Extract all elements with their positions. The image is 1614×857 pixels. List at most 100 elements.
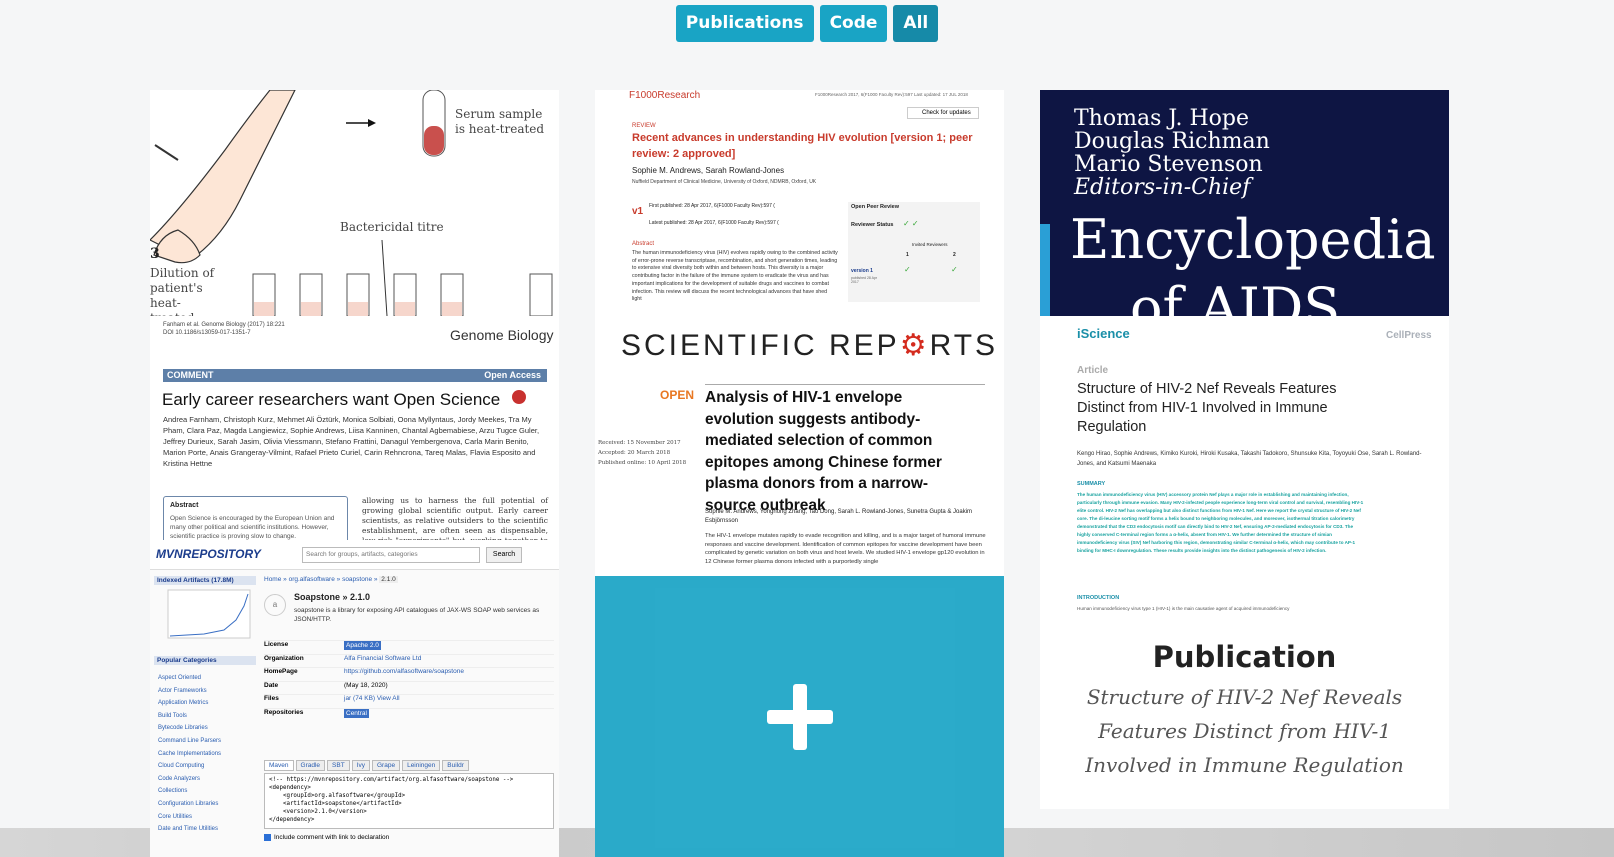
comment-label: COMMENT	[167, 370, 214, 380]
artifact-title: Soapstone » 2.1.0	[294, 592, 371, 602]
f1000-abstract: The human immunodeficiency virus (HIV) e…	[632, 250, 838, 303]
tab-maven[interactable]: Maven	[264, 760, 294, 771]
tile-mvnrepository[interactable]: MVNREPOSITORY Search for groups, artifac…	[150, 540, 559, 857]
category-link[interactable]: Aspect Oriented	[158, 672, 256, 685]
category-link[interactable]: Core Utilities	[158, 811, 256, 824]
category-link[interactable]: Cache Implementations	[158, 748, 256, 761]
f1000-abstract-label: Abstract	[632, 241, 655, 247]
summary-label: SUMMARY	[1077, 481, 1106, 487]
accepted-date: Accepted: 20 March 2018	[598, 450, 671, 456]
field-value[interactable]: jar (74 KB) View All	[344, 695, 400, 708]
mvn-search-button[interactable]: Search	[486, 547, 522, 563]
editor-name: Thomas J. Hope	[1074, 106, 1249, 131]
field-key: Repositories	[264, 708, 304, 716]
scirep-title: Analysis of HIV-1 envelope evolution sug…	[705, 389, 942, 514]
mvn-breadcrumb: Home » org.alfasoftware » soapstone » 2.…	[264, 576, 398, 583]
category-link[interactable]: Command Line Parsers	[158, 735, 256, 748]
field-value[interactable]: Alfa Financial Software Ltd	[344, 655, 421, 668]
field-row: Files jar (74 KB) View All	[264, 694, 554, 708]
category-link[interactable]: Cloud Computing	[158, 760, 256, 773]
tab-grape[interactable]: Grape	[372, 760, 401, 771]
repository-badge: Central	[344, 708, 369, 718]
first-published: First published: 28 Apr 2017, 6(F1000 Fa…	[649, 203, 775, 209]
author-list: Andrea Farnham, Christoph Kurz, Mehmet A…	[163, 415, 540, 468]
category-link[interactable]: Bytecode Libraries	[158, 722, 256, 735]
tile-encyclopedia-aids[interactable]: Thomas J. Hope Douglas Richman Mario Ste…	[1040, 90, 1449, 316]
iscience-logo: iScience	[1077, 326, 1130, 341]
artifact-fields: License Apache 2.0 Organization Alfa Finan…	[264, 640, 554, 721]
scirep-body: The HIV-1 envelope mutates rapidly to ev…	[705, 533, 986, 565]
breadcrumb-item[interactable]: soapstone	[342, 576, 372, 583]
include-comment-label: Include comment with link to declaration	[274, 834, 390, 841]
scirep-logo-right: RTS	[929, 329, 999, 362]
field-row: License Apache 2.0	[264, 640, 554, 654]
tile-f1000-review[interactable]: F1000Research F1000Research 2017, 6(F100…	[595, 90, 1004, 316]
scirep-authors: Sophie M. Andrews, Yonghong Zhang, Tao D…	[705, 509, 973, 524]
f1000-affiliation: Nuffield Department of Clinical Medicine…	[632, 179, 817, 185]
version-1-meta: published 28 Apr 2017	[851, 276, 878, 284]
field-row: Organization Alfa Financial Software Ltd	[264, 653, 554, 668]
category-link[interactable]: Collections	[158, 785, 256, 798]
f1000-title: Recent advances in understanding HIV evo…	[632, 132, 973, 160]
editors-role: Editors-in-Chief	[1074, 175, 1251, 200]
tab-leiningen[interactable]: Leiningen	[402, 760, 441, 771]
iscience-title: Structure of HIV-2 Nef Reveals Features …	[1077, 381, 1337, 435]
breadcrumb-item[interactable]: org.alfasoftware	[289, 576, 335, 583]
artifacts-growth-chart	[167, 589, 251, 639]
category-link[interactable]: Build Tools	[158, 710, 256, 723]
comment-banner: COMMENT Open Access	[163, 369, 547, 382]
code-line: <groupId>org.alfasoftware</groupId>	[269, 793, 406, 799]
tab-buildr[interactable]: Buildr	[442, 760, 469, 771]
plus-icon[interactable]	[766, 683, 833, 750]
f1000-authors: Sophie M. Andrews, Sarah Rowland-Jones	[632, 166, 785, 175]
filter-code-button[interactable]: Code	[819, 5, 888, 42]
mvn-sidebar: Indexed Artifacts (17.8M) Popular Catego…	[154, 576, 256, 857]
field-row: Repositories Central	[264, 707, 554, 722]
field-key: License	[264, 641, 289, 648]
citation-text: Fanham et al. Genome Biology (2017) 18:2…	[163, 322, 285, 328]
code-line: <version>2.1.0</version>	[269, 809, 367, 815]
published-date: Published online: 10 April 2018	[598, 460, 687, 466]
code-line: <!-- https://mvnrepository.com/artifact/…	[269, 777, 514, 783]
category-link[interactable]: Code Analyzers	[158, 773, 256, 786]
tile-genome-figure[interactable]: Serum sample is heat-treated Bactericida…	[150, 90, 559, 316]
check-updates-badge[interactable]: Check for updates	[907, 107, 979, 119]
f1000-logo: F1000Research	[629, 90, 701, 101]
tile-scientific-reports[interactable]: SCIENTIFIC REP⚙RTS OPEN Analysis of HIV-…	[595, 316, 1004, 576]
mvn-logo[interactable]: MVNREPOSITORY	[156, 547, 261, 561]
hover-overlay[interactable]	[595, 576, 1004, 857]
dependency-code-box[interactable]: <!-- https://mvnrepository.com/artifact/…	[264, 773, 554, 829]
abstract-label: Abstract	[170, 502, 199, 509]
scirep-logo: SCIENTIFIC REP⚙RTS	[621, 328, 998, 363]
breadcrumb-item[interactable]: Home	[264, 576, 281, 583]
field-key: Date	[264, 681, 279, 689]
abstract-box: Abstract Open Science is encouraged by t…	[163, 496, 348, 540]
filter-all-button[interactable]: All	[893, 5, 939, 42]
caption-title: Structure of HIV-2 Nef Reveals Features …	[1085, 685, 1404, 777]
tab-sbt[interactable]: SBT	[327, 760, 350, 771]
invited-reviewers-label: Invited Reviewers	[912, 242, 948, 247]
summary-text: The human immunodeficiency virus (HIV) a…	[1077, 492, 1364, 553]
check-updates-label: Check for updates	[922, 110, 971, 116]
filter-publications-button[interactable]: Publications	[675, 5, 814, 42]
field-key: HomePage	[264, 668, 298, 675]
category-link[interactable]: Date and Time Utilities	[158, 823, 256, 836]
tile-open-science-paper[interactable]: Fanham et al. Genome Biology (2017) 18:2…	[150, 316, 559, 540]
open-label: OPEN	[660, 388, 695, 402]
tab-ivy[interactable]: Ivy	[351, 760, 370, 771]
category-link[interactable]: Actor Frameworks	[158, 685, 256, 698]
reviewer-col-2: 2	[953, 252, 956, 258]
build-tool-tabs: Maven Gradle SBT Ivy Grape Leiningen Bui…	[264, 760, 469, 771]
tab-gradle[interactable]: Gradle	[295, 760, 326, 771]
category-link[interactable]: Configuration Libraries	[158, 798, 256, 811]
abstract-text: Open Science is encouraged by the Europe…	[170, 515, 335, 540]
field-value[interactable]: https://github.com/alfasoftware/soapston…	[344, 668, 464, 681]
category-link[interactable]: Application Metrics	[158, 697, 256, 710]
include-comment-row: Include comment with link to declaration	[264, 834, 389, 841]
include-comment-checkbox[interactable]	[264, 834, 271, 841]
version-marker: v1	[632, 206, 644, 217]
code-line: </dependency>	[269, 817, 315, 823]
version-1-label: version 1	[851, 268, 873, 274]
mvn-search-input[interactable]: Search for groups, artifacts, categories	[302, 547, 480, 563]
paper-title: Early career researchers want Open Scien…	[162, 390, 501, 409]
